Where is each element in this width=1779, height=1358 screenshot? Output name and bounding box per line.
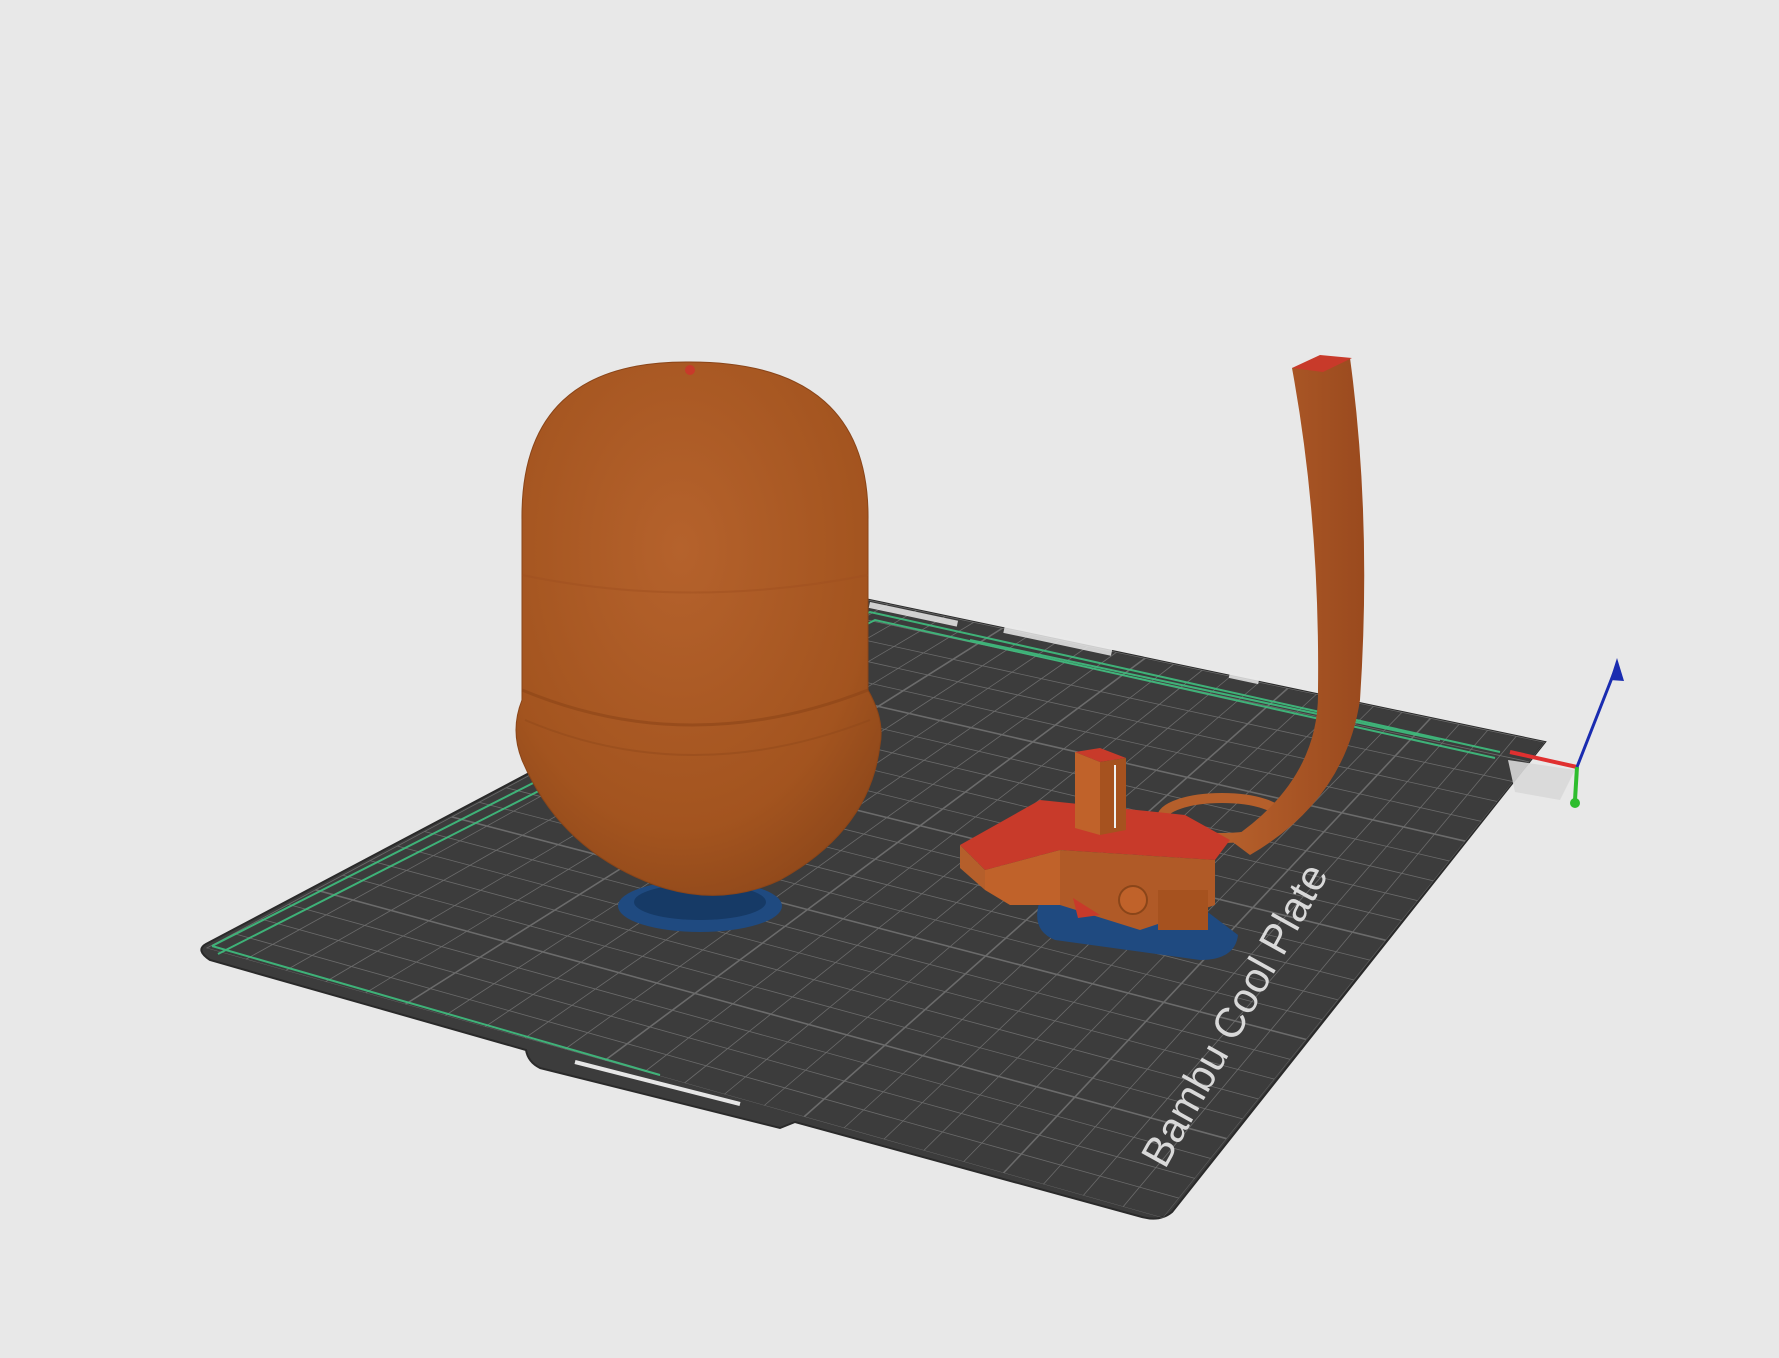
- capsule-body: [515, 361, 882, 896]
- capsule-top-mark: [685, 365, 695, 375]
- bracket-knob: [1118, 885, 1148, 915]
- bracket-post: [1075, 752, 1100, 835]
- y-axis: [1573, 766, 1579, 801]
- 3d-viewport[interactable]: Bambu Cool Plate: [0, 0, 1779, 1358]
- build-plate: Bambu Cool Plate: [200, 596, 1575, 1220]
- scene-canvas[interactable]: Bambu Cool Plate: [0, 0, 1779, 1358]
- z-axis: [1575, 664, 1619, 768]
